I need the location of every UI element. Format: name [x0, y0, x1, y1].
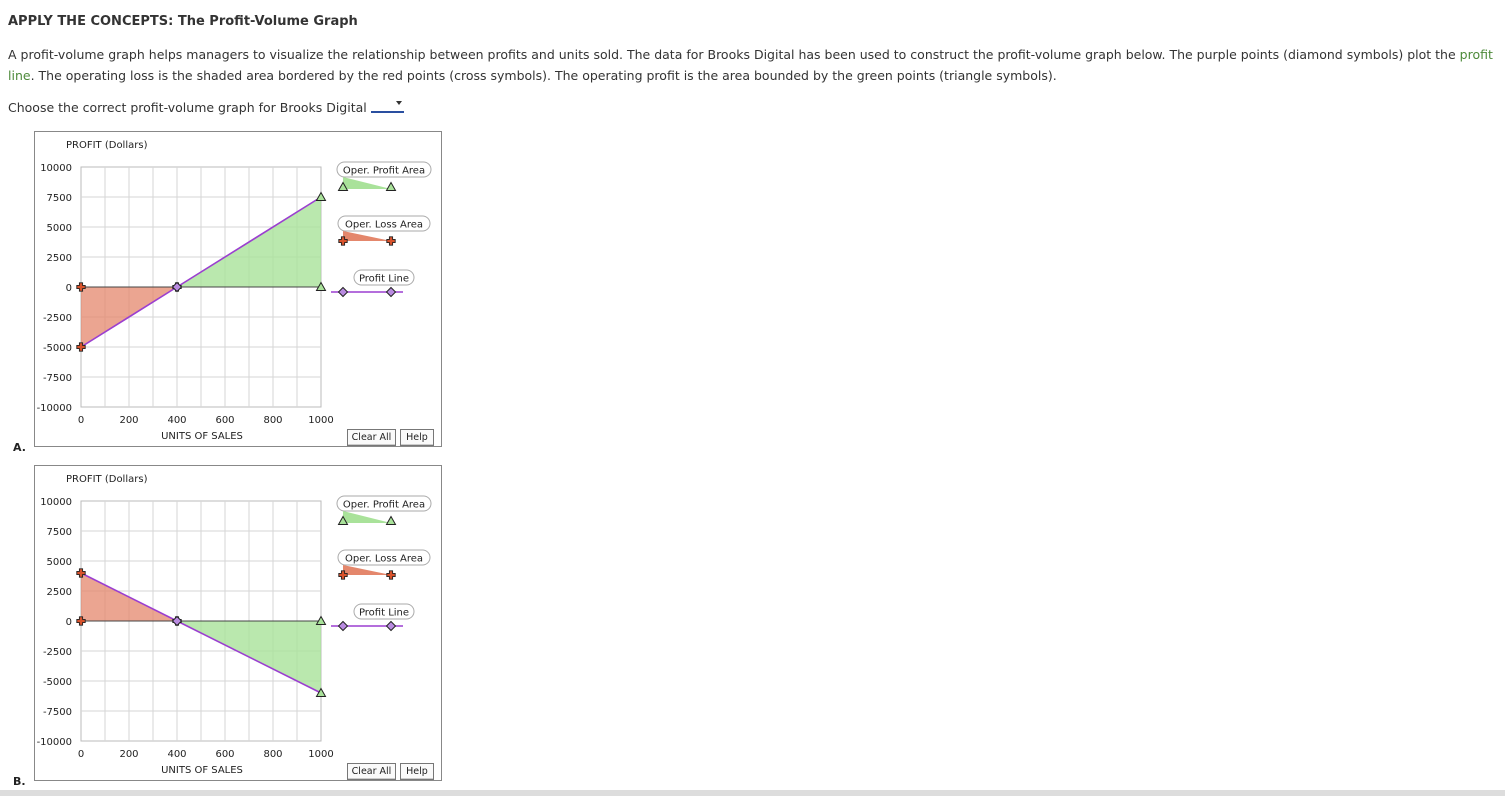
y-tick-label: 2500 [47, 587, 72, 598]
x-tick-label: 800 [263, 415, 282, 426]
graph-choice-dropdown[interactable] [370, 98, 404, 113]
x-tick-label: 1000 [308, 749, 333, 760]
y-tick-label: -10000 [37, 403, 72, 414]
y-tick-label: 5000 [47, 223, 72, 234]
graph-panel-a: PROFIT (Dollars) 10000 7500 5000 2500 0 -2500-… [34, 131, 442, 447]
legend-diamond-icon [337, 286, 349, 298]
legend-cross-icon [386, 236, 396, 246]
question-row: Choose the correct profit-volume graph f… [8, 100, 404, 116]
x-tick-label: 0 [78, 415, 84, 426]
graph-b-svg: PROFIT (Dollars)100007500500025000-2500-… [37, 474, 432, 776]
legend-profit-area-swatch [343, 511, 391, 523]
x-tick-label: 600 [215, 749, 234, 760]
y-axis-title: PROFIT (Dollars) [66, 140, 148, 151]
question-prompt: Choose the correct profit-volume graph f… [8, 100, 367, 115]
intro-text-1: A profit-volume graph helps managers to … [8, 47, 1460, 62]
intro-text-2: . The operating loss is the shaded area … [30, 68, 1057, 83]
x-axis-title: UNITS OF SALES [161, 431, 243, 442]
clear-all-button[interactable]: Clear All [347, 429, 396, 446]
x-tick-label: 600 [215, 415, 234, 426]
intro-paragraph: A profit-volume graph helps managers to … [8, 44, 1503, 86]
legend-loss-area-label: Oper. Loss Area [345, 220, 423, 231]
y-tick-label: -2500 [43, 647, 72, 658]
legend-profit-area-label: Oper. Profit Area [343, 166, 425, 177]
chevron-down-icon [395, 101, 402, 105]
y-tick-label: 10000 [40, 163, 72, 174]
legend-profit-line-label: Profit Line [359, 274, 409, 285]
y-tick-label: -7500 [43, 373, 72, 384]
y-tick-label: -5000 [43, 343, 72, 354]
y-tick-label: 7500 [47, 193, 72, 204]
legend: Oper. Profit Area Oper. Loss Area Profit L… [331, 161, 432, 298]
legend-diamond-icon [337, 620, 349, 632]
legend-loss-area-swatch [343, 565, 391, 575]
y-tick-label: 7500 [47, 527, 72, 538]
y-tick-label: 10000 [40, 497, 72, 508]
option-letter-a: A. [13, 441, 26, 454]
legend-loss-area-label: Oper. Loss Area [345, 554, 423, 565]
x-tick-label: 400 [167, 415, 186, 426]
legend: Oper. Profit Area Oper. Loss Area Profit L… [331, 495, 432, 632]
page-footer-scrollbar[interactable] [0, 790, 1505, 796]
legend-profit-line: Profit Line [353, 269, 415, 286]
legend-profit-area: Oper. Profit Area [336, 161, 432, 178]
legend-profit-area: Oper. Profit Area [336, 495, 432, 512]
y-tick-label: 5000 [47, 557, 72, 568]
y-axis-title: PROFIT (Dollars) [66, 474, 148, 485]
graph-a-svg: PROFIT (Dollars)100007500500025000-2500-… [37, 140, 432, 442]
legend-triangle-icon [385, 515, 397, 525]
y-tick-label: 2500 [47, 253, 72, 264]
x-tick-label: 200 [119, 415, 138, 426]
x-tick-label: 200 [119, 749, 138, 760]
x-tick-label: 800 [263, 749, 282, 760]
clear-all-button[interactable]: Clear All [347, 763, 396, 780]
page-title: APPLY THE CONCEPTS: The Profit-Volume Gr… [8, 14, 358, 29]
legend-profit-area-label: Oper. Profit Area [343, 500, 425, 511]
y-tick-label: -2500 [43, 313, 72, 324]
x-tick-label: 0 [78, 749, 84, 760]
x-axis-title: UNITS OF SALES [161, 765, 243, 776]
y-tick-label: -10000 [37, 737, 72, 748]
help-button[interactable]: Help [400, 429, 434, 446]
legend-profit-area-swatch [343, 177, 391, 189]
y-tick-label: 0 [66, 283, 72, 294]
legend-triangle-icon [385, 181, 397, 191]
x-tick-label: 400 [167, 749, 186, 760]
legend-loss-area: Oper. Loss Area [337, 549, 431, 566]
legend-profit-line: Profit Line [353, 603, 415, 620]
option-letter-b: B. [13, 775, 26, 788]
legend-diamond-icon [385, 286, 397, 298]
legend-cross-icon [386, 570, 396, 580]
legend-diamond-icon [385, 620, 397, 632]
legend-loss-area: Oper. Loss Area [337, 215, 431, 232]
y-tick-label: -5000 [43, 677, 72, 688]
legend-loss-area-swatch [343, 231, 391, 241]
y-tick-label: -7500 [43, 707, 72, 718]
legend-profit-line-label: Profit Line [359, 608, 409, 619]
help-button[interactable]: Help [400, 763, 434, 780]
y-tick-label: 0 [66, 617, 72, 628]
x-tick-label: 1000 [308, 415, 333, 426]
graph-panel-b: PROFIT (Dollars) 10000 7500 5000 2500 0 -2500-… [34, 465, 442, 781]
